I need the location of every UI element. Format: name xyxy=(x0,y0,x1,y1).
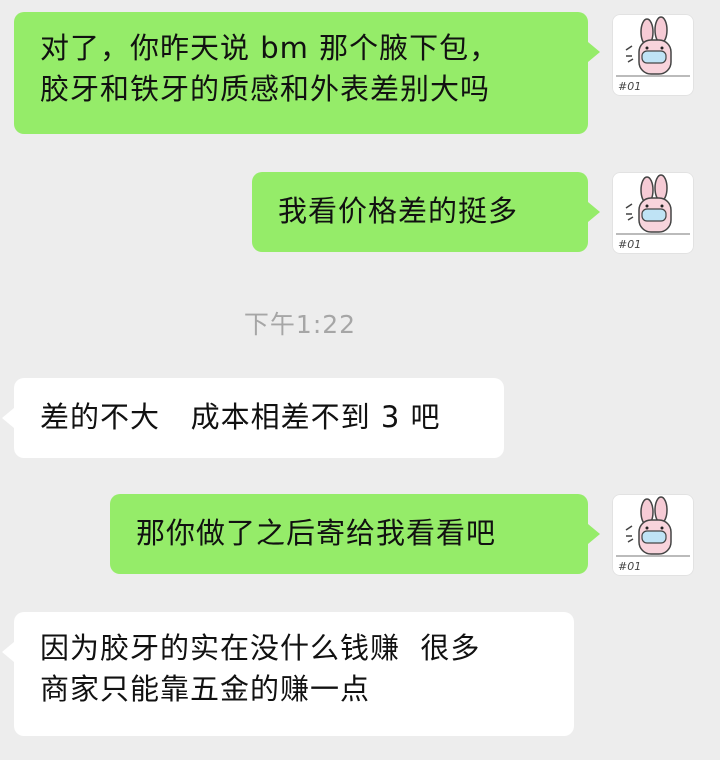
pink-bunny-mask-icon: #01 xyxy=(616,174,690,251)
incoming-message-bubble[interactable]: 差的不大 成本相差不到 3 吧 xyxy=(14,378,504,458)
avatar-caption: #01 xyxy=(618,560,641,573)
incoming-message-bubble[interactable]: 因为胶牙的实在没什么钱赚 很多 商家只能靠五金的赚一点 xyxy=(14,612,574,736)
outgoing-message-bubble[interactable]: 我看价格差的挺多 xyxy=(252,172,588,252)
pink-bunny-mask-icon: #01 xyxy=(616,16,690,93)
user-avatar[interactable]: #01 xyxy=(612,14,694,96)
pink-bunny-mask-icon: #01 xyxy=(616,496,690,573)
avatar-caption: #01 xyxy=(618,80,641,93)
bubble-tail xyxy=(588,42,600,62)
bubble-tail xyxy=(2,408,14,428)
bubble-tail xyxy=(588,202,600,222)
user-avatar[interactable]: #01 xyxy=(612,494,694,576)
outgoing-message-bubble[interactable]: 那你做了之后寄给我看看吧 xyxy=(110,494,588,574)
bubble-tail xyxy=(588,524,600,544)
bubble-tail xyxy=(2,642,14,662)
avatar-caption: #01 xyxy=(618,238,641,251)
outgoing-message-bubble[interactable]: 对了，你昨天说 bm 那个腋下包， 胶牙和铁牙的质感和外表差别大吗 xyxy=(14,12,588,134)
message-timestamp: 下午1:22 xyxy=(243,310,357,339)
user-avatar[interactable]: #01 xyxy=(612,172,694,254)
